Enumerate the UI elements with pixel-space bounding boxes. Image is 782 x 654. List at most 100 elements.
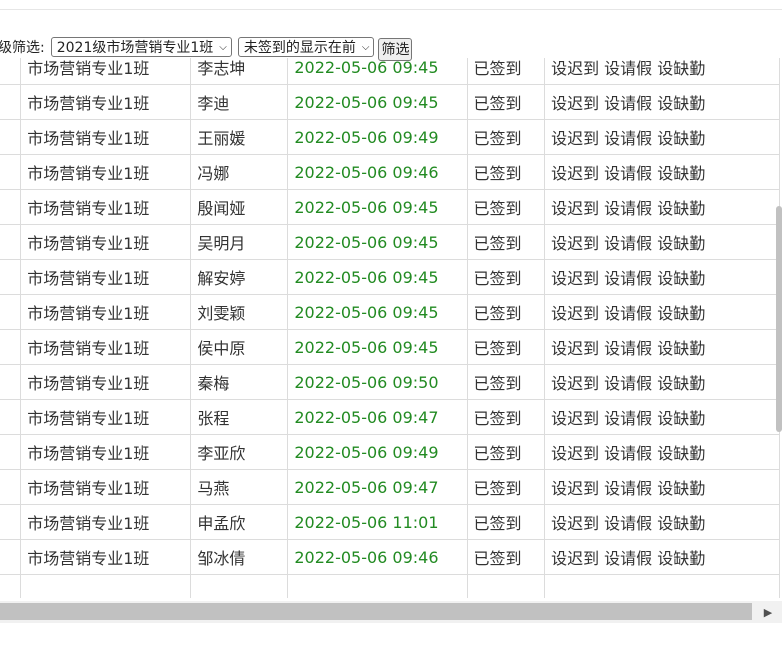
set-late-link[interactable]: 设迟到 — [551, 269, 599, 288]
table-row: 市场营销专业1班 李迪 2022-05-06 09:45 已签到 设迟到 设请假 设缺勤 — [0, 84, 780, 120]
row-leading-cell — [0, 434, 22, 470]
set-leave-link[interactable]: 设请假 — [604, 409, 652, 428]
table-row: 市场营销专业1班 秦梅 2022-05-06 09:50 已签到 设迟到 设请假 设缺勤 — [0, 364, 780, 400]
table-row: 市场营销专业1班 李志坤 2022-05-06 09:45 已签到 设迟到 设请假 设缺勤 — [0, 58, 780, 85]
set-late-link[interactable]: 设迟到 — [551, 234, 599, 253]
actions-cell: 设迟到 设请假 设缺勤 — [544, 294, 780, 330]
set-absent-link[interactable]: 设缺勤 — [657, 234, 705, 253]
status-cell: 已签到 — [466, 294, 546, 330]
set-absent-link[interactable]: 设缺勤 — [657, 479, 705, 498]
class-cell: 市场营销专业1班 — [20, 364, 192, 400]
set-leave-link[interactable]: 设请假 — [604, 514, 652, 533]
set-absent-link[interactable]: 设缺勤 — [657, 269, 705, 288]
horizontal-scroll-thumb[interactable] — [0, 603, 752, 620]
set-leave-link[interactable]: 设请假 — [604, 269, 652, 288]
student-name-cell: 殷闻娅 — [190, 189, 289, 225]
table-row: 市场营销专业1班 李亚欣 2022-05-06 09:49 已签到 设迟到 设请假 设缺勤 — [0, 434, 780, 470]
set-leave-link[interactable]: 设请假 — [604, 164, 652, 183]
vertical-scroll-thumb[interactable] — [776, 206, 782, 432]
actions-cell: 设迟到 设请假 设缺勤 — [544, 58, 780, 85]
status-cell: 已签到 — [466, 189, 546, 225]
row-leading-cell — [0, 119, 22, 155]
set-absent-link[interactable]: 设缺勤 — [657, 409, 705, 428]
set-leave-link[interactable]: 设请假 — [604, 129, 652, 148]
class-cell: 市场营销专业1班 — [20, 294, 192, 330]
set-late-link[interactable]: 设迟到 — [551, 549, 599, 568]
row-leading-cell — [0, 58, 22, 85]
table-row: 市场营销专业1班 申孟欣 2022-05-06 11:01 已签到 设迟到 设请假 设缺勤 — [0, 504, 780, 540]
row-leading-cell — [0, 364, 22, 400]
set-late-link[interactable]: 设迟到 — [551, 479, 599, 498]
set-late-link[interactable]: 设迟到 — [551, 94, 599, 113]
actions-cell: 设迟到 设请假 设缺勤 — [544, 189, 780, 225]
set-leave-link[interactable]: 设请假 — [604, 199, 652, 218]
set-absent-link[interactable]: 设缺勤 — [657, 129, 705, 148]
set-leave-link[interactable]: 设请假 — [604, 59, 652, 78]
status-cell: 已签到 — [466, 58, 546, 85]
filter-bar: 级筛选: 2021级市场营销专业1班 ⌵ 未签到的显示在前 ⌵ 筛选 — [0, 34, 782, 61]
set-leave-link[interactable]: 设请假 — [604, 339, 652, 358]
status-cell: 已签到 — [466, 84, 546, 120]
set-late-link[interactable]: 设迟到 — [551, 374, 599, 393]
set-leave-link[interactable]: 设请假 — [604, 304, 652, 323]
status-cell: 已签到 — [466, 364, 546, 400]
student-name-cell: 申孟欣 — [190, 504, 289, 540]
table-row: 市场营销专业1班 殷闻娅 2022-05-06 09:45 已签到 设迟到 设请假 设缺勤 — [0, 189, 780, 225]
set-absent-link[interactable]: 设缺勤 — [657, 339, 705, 358]
empty-cell — [544, 574, 780, 598]
status-cell: 已签到 — [466, 224, 546, 260]
set-leave-link[interactable]: 设请假 — [604, 374, 652, 393]
signin-time-cell: 2022-05-06 09:50 — [287, 364, 468, 400]
class-select[interactable]: 2021级市场营销专业1班 ⌵ — [50, 37, 232, 57]
status-cell: 已签到 — [466, 329, 546, 365]
set-leave-link[interactable]: 设请假 — [604, 234, 652, 253]
row-leading-cell — [0, 294, 22, 330]
signin-time-cell: 2022-05-06 09:45 — [287, 224, 468, 260]
row-leading-cell — [0, 539, 22, 575]
set-absent-link[interactable]: 设缺勤 — [657, 59, 705, 78]
set-absent-link[interactable]: 设缺勤 — [657, 164, 705, 183]
row-leading-cell — [0, 84, 22, 120]
set-absent-link[interactable]: 设缺勤 — [657, 514, 705, 533]
actions-cell: 设迟到 设请假 设缺勤 — [544, 434, 780, 470]
set-late-link[interactable]: 设迟到 — [551, 514, 599, 533]
set-absent-link[interactable]: 设缺勤 — [657, 374, 705, 393]
empty-cell — [20, 574, 192, 598]
status-cell: 已签到 — [466, 119, 546, 155]
row-leading-cell — [0, 259, 22, 295]
horizontal-scrollbar[interactable]: ▶ — [0, 601, 782, 623]
set-absent-link[interactable]: 设缺勤 — [657, 549, 705, 568]
set-leave-link[interactable]: 设请假 — [604, 444, 652, 463]
set-late-link[interactable]: 设迟到 — [551, 444, 599, 463]
set-absent-link[interactable]: 设缺勤 — [657, 304, 705, 323]
student-name-cell: 侯中原 — [190, 329, 289, 365]
table-row: 市场营销专业1班 邹冰倩 2022-05-06 09:46 已签到 设迟到 设请假 设缺勤 — [0, 539, 780, 575]
signin-time-cell: 2022-05-06 09:49 — [287, 119, 468, 155]
student-name-cell: 刘雯颖 — [190, 294, 289, 330]
table-row: 市场营销专业1班 马燕 2022-05-06 09:47 已签到 设迟到 设请假 设缺勤 — [0, 469, 780, 505]
set-late-link[interactable]: 设迟到 — [551, 129, 599, 148]
vertical-scrollbar[interactable] — [776, 58, 782, 598]
set-leave-link[interactable]: 设请假 — [604, 479, 652, 498]
signin-time-cell: 2022-05-06 09:46 — [287, 154, 468, 190]
set-late-link[interactable]: 设迟到 — [551, 339, 599, 358]
triangle-right-icon: ▶ — [763, 605, 773, 619]
set-late-link[interactable]: 设迟到 — [551, 59, 599, 78]
set-leave-link[interactable]: 设请假 — [604, 549, 652, 568]
set-late-link[interactable]: 设迟到 — [551, 304, 599, 323]
table-row: 市场营销专业1班 冯娜 2022-05-06 09:46 已签到 设迟到 设请假 设缺勤 — [0, 154, 780, 190]
student-name-cell: 李亚欣 — [190, 434, 289, 470]
order-select[interactable]: 未签到的显示在前 ⌵ — [237, 37, 375, 57]
scroll-right-button[interactable]: ▶ — [754, 601, 782, 623]
empty-cell — [287, 574, 468, 598]
set-absent-link[interactable]: 设缺勤 — [657, 94, 705, 113]
actions-cell: 设迟到 设请假 设缺勤 — [544, 329, 780, 365]
set-late-link[interactable]: 设迟到 — [551, 409, 599, 428]
set-late-link[interactable]: 设迟到 — [551, 164, 599, 183]
set-absent-link[interactable]: 设缺勤 — [657, 444, 705, 463]
student-name-cell: 张程 — [190, 399, 289, 435]
set-late-link[interactable]: 设迟到 — [551, 199, 599, 218]
set-absent-link[interactable]: 设缺勤 — [657, 199, 705, 218]
set-leave-link[interactable]: 设请假 — [604, 94, 652, 113]
class-cell: 市场营销专业1班 — [20, 399, 192, 435]
